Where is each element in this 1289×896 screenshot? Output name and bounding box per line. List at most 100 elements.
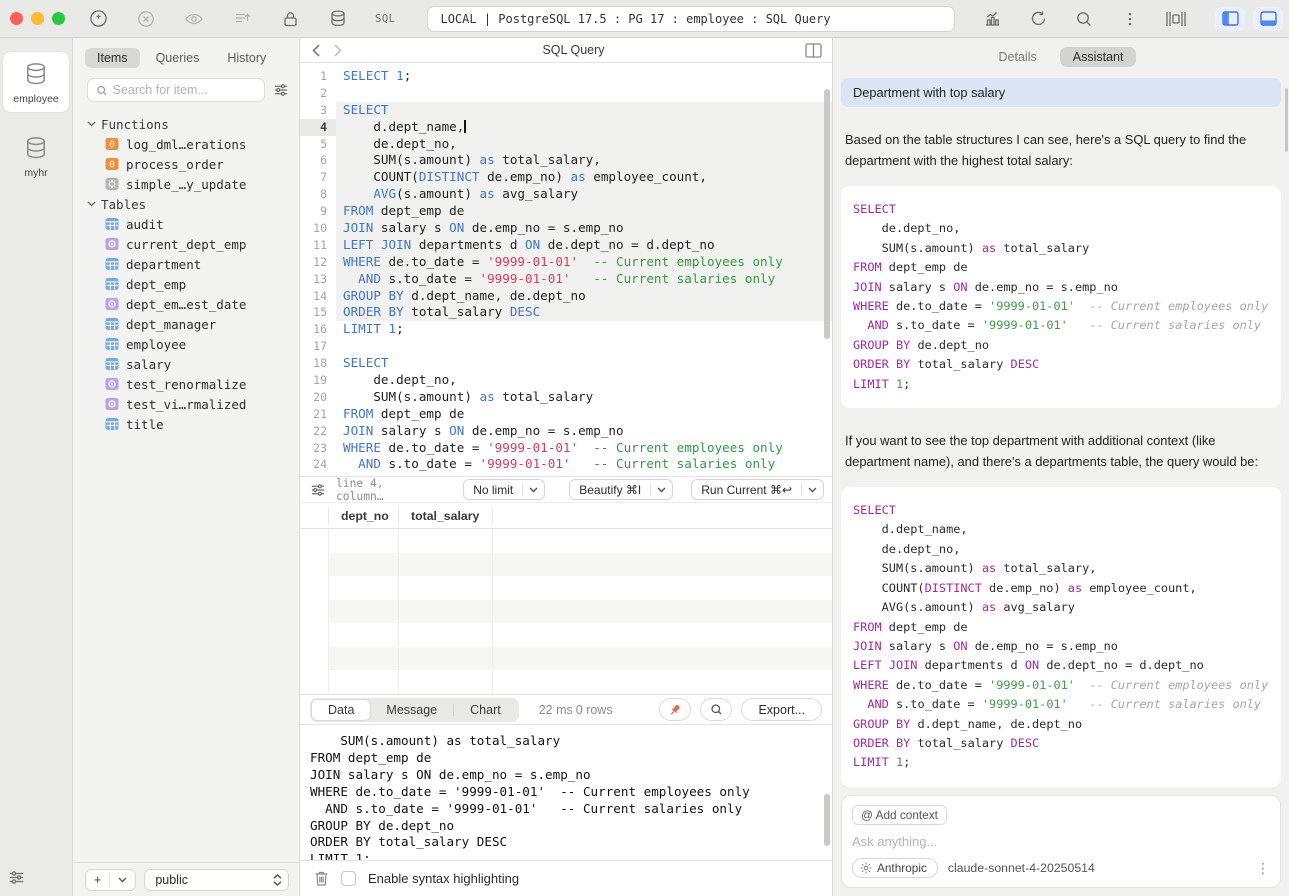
- editor-line-22[interactable]: 22JOIN salary s ON de.emp_no = s.emp_no: [300, 423, 832, 440]
- table-row[interactable]: [300, 553, 832, 577]
- editor-line-8[interactable]: 8 AVG(s.amount) as avg_salary: [300, 186, 832, 203]
- editor-line-13[interactable]: 13 AND s.to_date = '9999-01-01' -- Curre…: [300, 271, 832, 288]
- connection-myhr[interactable]: myhr: [3, 126, 69, 186]
- syntax-highlight-checkbox[interactable]: [341, 871, 356, 886]
- column-header-total_salary[interactable]: total_salary: [398, 508, 492, 524]
- table-row[interactable]: [300, 670, 832, 694]
- tree-item-audit[interactable]: audit: [87, 214, 299, 234]
- tree-item-dept_manager[interactable]: dept_manager: [87, 314, 299, 334]
- more-icon[interactable]: [1119, 8, 1141, 30]
- connection-employee[interactable]: employee: [3, 52, 69, 112]
- editor-line-23[interactable]: 23WHERE de.to_date = '9999-01-01' -- Cur…: [300, 440, 832, 457]
- tree-item-department[interactable]: department: [87, 254, 299, 274]
- table-row[interactable]: [300, 623, 832, 647]
- topic-banner[interactable]: Department with top salary: [841, 78, 1281, 107]
- close-window-button[interactable]: [10, 12, 23, 25]
- result-tab-message[interactable]: Message: [370, 700, 453, 720]
- disconnect-icon[interactable]: [135, 8, 157, 30]
- table-row[interactable]: [300, 647, 832, 671]
- table-row[interactable]: [300, 600, 832, 624]
- rail-filter-icon[interactable]: [8, 869, 25, 886]
- add-item-button[interactable]: +: [85, 869, 136, 891]
- sidebar-tab-queries[interactable]: Queries: [144, 48, 212, 68]
- tree-item-test_vi-rmalized[interactable]: test_vi…rmalized: [87, 394, 299, 414]
- editor-line-17[interactable]: 17: [300, 338, 832, 355]
- tree-item-simple_-y_update[interactable]: simple_…y_update: [87, 174, 299, 194]
- search-input[interactable]: [113, 83, 256, 97]
- editor-line-16[interactable]: 16LIMIT 1;: [300, 321, 832, 338]
- editor-line-12[interactable]: 12WHERE de.to_date = '9999-01-01' -- Cur…: [300, 254, 832, 271]
- preview-icon[interactable]: [183, 8, 205, 30]
- editor-line-24[interactable]: 24 AND s.to_date = '9999-01-01' -- Curre…: [300, 456, 832, 473]
- editor-line-18[interactable]: 18SELECT: [300, 355, 832, 372]
- zoom-window-button[interactable]: [52, 12, 65, 25]
- tree-item-title[interactable]: title: [87, 414, 299, 434]
- editor-line-11[interactable]: 11LEFT JOIN departments d ON de.dept_no …: [300, 237, 832, 254]
- tree-item-salary[interactable]: salary: [87, 354, 299, 374]
- nav-back-icon[interactable]: [312, 44, 320, 57]
- provider-pill[interactable]: Anthropic: [852, 858, 938, 878]
- editor-scrollbar[interactable]: [824, 89, 830, 339]
- editor-line-10[interactable]: 10JOIN salary s ON de.emp_no = s.emp_no: [300, 220, 832, 237]
- editor-line-14[interactable]: 14GROUP BY d.dept_name, de.dept_no: [300, 288, 832, 305]
- editor-line-3[interactable]: 3SELECT: [300, 102, 832, 119]
- editor-line-2[interactable]: 2: [300, 85, 832, 102]
- sidebar-filter-icon[interactable]: [273, 82, 289, 98]
- tree-section-functions[interactable]: Functions: [87, 114, 299, 134]
- editor-line-4[interactable]: 4 d.dept_name,: [300, 119, 832, 136]
- model-name[interactable]: claude-sonnet-4-20250514: [948, 861, 1095, 875]
- sidebar-tab-history[interactable]: History: [215, 48, 278, 68]
- schema-select[interactable]: public: [144, 869, 289, 891]
- editor-line-20[interactable]: 20 SUM(s.amount) as total_salary: [300, 389, 832, 406]
- tree-item-process_order[interactable]: 0process_order: [87, 154, 299, 174]
- tree-section-tables[interactable]: Tables: [87, 194, 299, 214]
- more-icon[interactable]: ⋮: [1256, 860, 1270, 877]
- connection-icon[interactable]: [87, 8, 109, 30]
- panel-tab-details[interactable]: Details: [986, 47, 1050, 67]
- message-scrollbar[interactable]: [824, 794, 830, 846]
- editor-line-6[interactable]: 6 SUM(s.amount) as total_salary,: [300, 152, 832, 169]
- toggle-bottom-panel-button[interactable]: [1253, 7, 1283, 31]
- result-tab-data[interactable]: Data: [312, 700, 370, 720]
- search-icon[interactable]: [1073, 8, 1095, 30]
- tree-item-employee[interactable]: employee: [87, 334, 299, 354]
- tree-item-dept_em-est_date[interactable]: dept_em…est_date: [87, 294, 299, 314]
- database-icon[interactable]: [327, 8, 349, 30]
- reload-icon[interactable]: [1027, 8, 1049, 30]
- query-list-icon[interactable]: [231, 8, 253, 30]
- sidebar-tab-items[interactable]: Items: [85, 48, 140, 68]
- center-layout-icon[interactable]: [1165, 8, 1187, 30]
- add-context-chip[interactable]: @ Add context: [852, 805, 947, 825]
- result-tab-chart[interactable]: Chart: [454, 700, 517, 720]
- editor-line-15[interactable]: 15ORDER BY total_salary DESC: [300, 304, 832, 321]
- assistant-code-block[interactable]: SELECT de.dept_no, SUM(s.amount) as tota…: [841, 186, 1281, 408]
- pin-button[interactable]: [659, 698, 691, 721]
- split-view-icon[interactable]: [805, 43, 822, 58]
- minimize-window-button[interactable]: [31, 12, 44, 25]
- editor-line-5[interactable]: 5 de.dept_no,: [300, 136, 832, 153]
- tree-item-current_dept_emp[interactable]: current_dept_emp: [87, 234, 299, 254]
- editor-line-7[interactable]: 7 COUNT(DISTINCT de.emp_no) as employee_…: [300, 169, 832, 186]
- editor-tab-title[interactable]: SQL Query: [342, 43, 805, 57]
- editor-line-1[interactable]: 1SELECT 1;: [300, 68, 832, 85]
- tree-item-test_renormalize[interactable]: test_renormalize: [87, 374, 299, 394]
- assistant-conversation[interactable]: Department with top salary Based on the …: [833, 68, 1289, 787]
- nav-forward-icon[interactable]: [334, 44, 342, 57]
- ask-input[interactable]: [852, 834, 1270, 849]
- assistant-scrollbar[interactable]: [1285, 88, 1288, 152]
- editor-line-9[interactable]: 9FROM dept_emp de: [300, 203, 832, 220]
- statusbar-filter-icon[interactable]: [310, 482, 326, 498]
- chart-icon[interactable]: [981, 8, 1003, 30]
- sql-editor[interactable]: 1SELECT 1;23SELECT4 d.dept_name,5 de.dep…: [300, 63, 832, 476]
- toggle-left-panel-button[interactable]: [1215, 7, 1245, 31]
- search-results-button[interactable]: [700, 698, 732, 721]
- tree-item-dept_emp[interactable]: dept_emp: [87, 274, 299, 294]
- table-row[interactable]: [300, 576, 832, 600]
- limit-dropdown[interactable]: No limit: [463, 479, 545, 500]
- beautify-button[interactable]: Beautify ⌘I: [569, 479, 673, 500]
- message-output[interactable]: SUM(s.amount) as total_salaryFROM dept_e…: [300, 724, 832, 860]
- lock-icon[interactable]: [279, 8, 301, 30]
- editor-line-21[interactable]: 21FROM dept_emp de: [300, 406, 832, 423]
- tree-item-log_dml-erations[interactable]: 0log_dml…erations: [87, 134, 299, 154]
- assistant-code-block[interactable]: SELECT d.dept_name, de.dept_no, SUM(s.am…: [841, 487, 1281, 787]
